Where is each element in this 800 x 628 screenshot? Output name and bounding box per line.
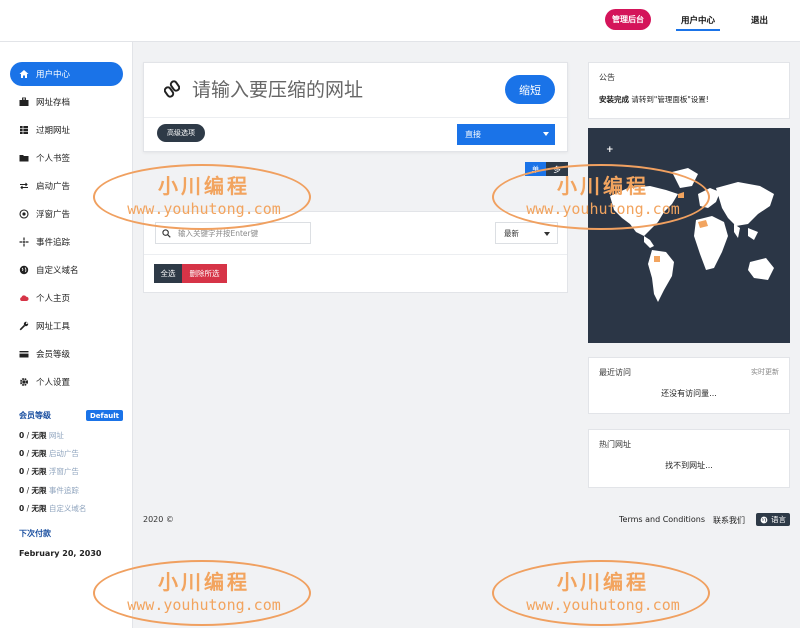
user-center-link[interactable]: 用户中心 bbox=[681, 14, 715, 26]
notice-title: 公告 bbox=[599, 73, 615, 82]
quota-overlay-ads: 0 / 无限 浮窗广告 bbox=[19, 467, 79, 476]
sidebar-item-event-tracking[interactable]: 事件追踪 bbox=[10, 230, 123, 254]
briefcase-icon bbox=[19, 97, 29, 107]
sidebar: 用户中心 网址存档 过期网址 个人书签 启动广告 浮窗广告 事件追踪 自定义域名… bbox=[0, 42, 133, 628]
card-icon bbox=[19, 349, 29, 359]
notice-body: 安装完成 请转到"管理面板"设置! bbox=[599, 95, 709, 104]
active-nav-indicator bbox=[676, 29, 720, 31]
copyright: 2020 © bbox=[143, 515, 174, 524]
popular-title: 热门网址 bbox=[599, 440, 631, 449]
globe-icon bbox=[19, 265, 29, 275]
card-divider bbox=[144, 117, 567, 118]
next-payment-date: February 20, 2030 bbox=[19, 549, 102, 558]
sidebar-item-label: 个人设置 bbox=[36, 378, 71, 388]
quota-custom-domains: 0 / 无限 自定义域名 bbox=[19, 504, 87, 513]
sidebar-item-membership[interactable]: 会员等级 bbox=[10, 342, 123, 366]
realtime-label: 实时更新 bbox=[751, 368, 779, 376]
quota-splash-ads: 0 / 无限 启动广告 bbox=[19, 449, 79, 458]
search-icon bbox=[162, 228, 171, 238]
crosshair-icon bbox=[19, 237, 29, 247]
search-input[interactable] bbox=[178, 228, 308, 238]
target-icon bbox=[19, 209, 29, 219]
sidebar-item-label: 启动广告 bbox=[36, 182, 71, 192]
wrench-icon bbox=[19, 321, 29, 331]
advanced-options-button[interactable]: 高级选项 bbox=[157, 124, 205, 142]
sidebar-item-label: 事件追踪 bbox=[36, 238, 71, 248]
cloud-icon bbox=[19, 293, 29, 303]
sidebar-item-user-center[interactable]: 用户中心 bbox=[10, 62, 123, 86]
recent-title: 最近访问 bbox=[599, 368, 631, 377]
sidebar-item-label: 自定义域名 bbox=[36, 266, 79, 276]
sidebar-item-label: 会员等级 bbox=[36, 350, 71, 360]
link-icon bbox=[164, 80, 180, 98]
shortener-card: 缩短 高级选项 直接 bbox=[143, 62, 568, 152]
list-divider bbox=[144, 254, 567, 255]
select-all-button[interactable]: 全选 bbox=[154, 264, 182, 283]
globe-icon bbox=[760, 516, 768, 523]
search-box[interactable] bbox=[155, 222, 311, 244]
single-mode-toggle[interactable]: 单 bbox=[525, 162, 546, 176]
redirect-type-value: 直接 bbox=[465, 130, 481, 139]
popular-empty-message: 找不到网址... bbox=[665, 461, 713, 470]
sidebar-item-label: 网址存档 bbox=[36, 98, 71, 108]
sort-value: 最新 bbox=[504, 228, 519, 238]
world-map-shapes bbox=[610, 168, 774, 302]
quota-event-tracking: 0 / 无限 事件追踪 bbox=[19, 486, 79, 495]
redirect-type-select[interactable]: 直接 bbox=[457, 124, 555, 145]
delete-selected-button[interactable]: 删除所选 bbox=[182, 264, 227, 283]
sidebar-item-settings[interactable]: 个人设置 bbox=[10, 370, 123, 394]
membership-title: 会员等级 bbox=[19, 411, 51, 420]
sidebar-item-label: 网址工具 bbox=[36, 322, 71, 332]
sidebar-item-custom-domain[interactable]: 自定义域名 bbox=[10, 258, 123, 282]
table-icon bbox=[19, 125, 29, 135]
chevron-down-icon bbox=[543, 132, 549, 136]
sidebar-item-label: 过期网址 bbox=[36, 126, 71, 136]
popular-urls-panel: 热门网址 找不到网址... bbox=[588, 429, 790, 488]
next-payment-title: 下次付款 bbox=[19, 529, 51, 538]
language-label: 语言 bbox=[771, 515, 786, 524]
sidebar-item-homepage[interactable]: 个人主页 bbox=[10, 286, 123, 310]
logout-link[interactable]: 退出 bbox=[751, 14, 768, 26]
sidebar-item-splash-ads[interactable]: 启动广告 bbox=[10, 174, 123, 198]
recent-empty-message: 还没有访问量... bbox=[661, 389, 717, 398]
sidebar-item-expired[interactable]: 过期网址 bbox=[10, 118, 123, 142]
notice-panel: 公告 安装完成 请转到"管理面板"设置! bbox=[588, 62, 790, 119]
folder-icon bbox=[19, 153, 29, 163]
sort-select[interactable]: 最新 bbox=[495, 222, 558, 244]
admin-panel-button[interactable]: 管理后台 bbox=[605, 9, 651, 30]
contact-link[interactable]: 联系我们 bbox=[713, 515, 745, 526]
terms-link[interactable]: Terms and Conditions bbox=[619, 515, 705, 524]
sidebar-item-overlay-ads[interactable]: 浮窗广告 bbox=[10, 202, 123, 226]
recent-visits-panel: 最近访问 实时更新 还没有访问量... bbox=[588, 357, 790, 414]
quota-urls: 0 / 无限 网址 bbox=[19, 431, 64, 440]
chevron-down-icon bbox=[544, 232, 550, 236]
language-button[interactable]: 语言 bbox=[756, 513, 790, 526]
sidebar-item-url-tools[interactable]: 网址工具 bbox=[10, 314, 123, 338]
sidebar-item-label: 用户中心 bbox=[36, 70, 71, 80]
watermark: 小川编程 www.youhutong.com bbox=[492, 560, 710, 626]
sidebar-item-label: 浮窗广告 bbox=[36, 210, 71, 220]
sidebar-item-label: 个人书签 bbox=[36, 154, 71, 164]
swap-icon bbox=[19, 181, 29, 191]
sidebar-item-archive[interactable]: 网址存档 bbox=[10, 90, 123, 114]
top-navbar: 管理后台 用户中心 退出 bbox=[0, 0, 800, 42]
multi-mode-toggle[interactable]: 多 bbox=[546, 162, 568, 176]
shorten-button[interactable]: 缩短 bbox=[505, 75, 555, 104]
world-map[interactable]: + − bbox=[588, 128, 790, 343]
sidebar-item-bookmarks[interactable]: 个人书签 bbox=[10, 146, 123, 170]
home-icon bbox=[19, 69, 29, 79]
membership-badge: Default bbox=[86, 410, 123, 421]
url-input[interactable] bbox=[192, 73, 492, 107]
url-list-card: 最新 全选 删除所选 bbox=[143, 211, 568, 293]
gear-icon bbox=[19, 377, 29, 387]
sidebar-item-label: 个人主页 bbox=[36, 294, 71, 304]
